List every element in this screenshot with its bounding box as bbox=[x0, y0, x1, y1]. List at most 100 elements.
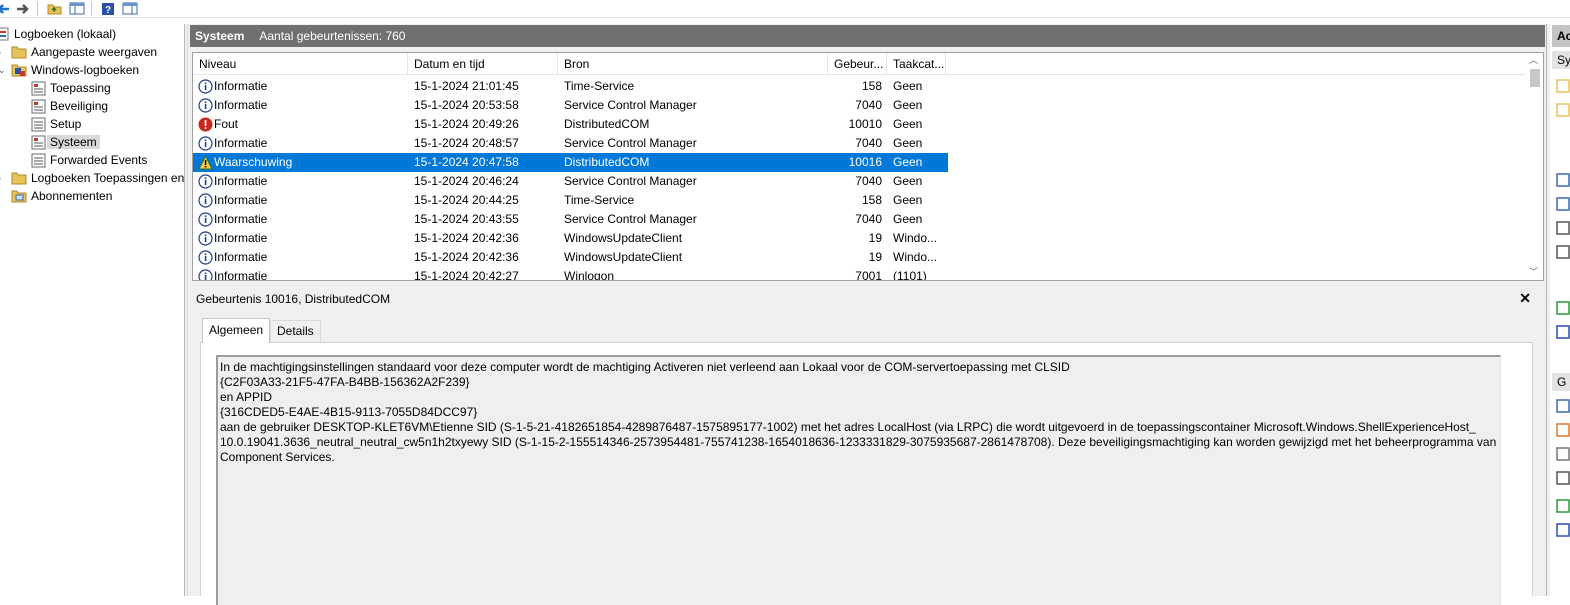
cell-source: Service Control Manager bbox=[564, 174, 697, 188]
chevron-right-icon[interactable]: › bbox=[0, 47, 1, 57]
scroll-up-icon[interactable]: ︿ bbox=[1529, 53, 1538, 66]
table-row[interactable]: Informatie 15-1-2024 20:44:25 Time-Service… bbox=[193, 191, 948, 210]
save-icon[interactable] bbox=[1556, 245, 1570, 259]
tree-item-forwarded-events[interactable]: Forwarded Events bbox=[31, 151, 147, 169]
cell-task-category: Geen bbox=[893, 174, 923, 188]
tree-item-beveiliging[interactable]: Beveiliging bbox=[31, 97, 108, 115]
table-row[interactable]: Informatie 15-1-2024 20:43:55 Service Cont… bbox=[193, 210, 948, 229]
cell-source: Service Control Manager bbox=[564, 98, 697, 112]
cell-level: Informatie bbox=[214, 174, 268, 188]
refresh-icon[interactable] bbox=[1556, 301, 1570, 315]
chevron-right-icon[interactable]: › bbox=[0, 173, 1, 183]
cell-datetime: 15-1-2024 20:43:55 bbox=[414, 212, 519, 226]
show-hide-tree-icon[interactable] bbox=[68, 0, 86, 17]
tree-item-custom-views[interactable]: › Aangepaste weergaven bbox=[0, 43, 157, 61]
action-pane: Ac Sy G bbox=[1550, 24, 1570, 596]
tree-item-label: Setup bbox=[50, 117, 82, 131]
cell-event-id: 7040 bbox=[855, 174, 882, 188]
table-row[interactable]: Informatie 15-1-2024 20:42:36 WindowsUpdat… bbox=[193, 229, 948, 248]
table-row[interactable]: Waarschuwing 15-1-2024 20:47:58 Distribute… bbox=[193, 153, 948, 172]
action-section-gebeurtenis[interactable]: G bbox=[1552, 373, 1570, 391]
tab-details[interactable]: Details bbox=[270, 320, 321, 342]
column-header-bron[interactable]: Bron bbox=[558, 53, 828, 75]
event-properties-icon[interactable] bbox=[1556, 399, 1570, 413]
column-header-datum[interactable]: Datum en tijd bbox=[408, 53, 558, 75]
folder-icon bbox=[11, 46, 27, 59]
table-row[interactable]: Fout 15-1-2024 20:49:26 DistributedCOM 1001… bbox=[193, 115, 948, 134]
cell-datetime: 15-1-2024 20:44:25 bbox=[414, 193, 519, 207]
log-icon bbox=[31, 153, 46, 167]
windows-logs-icon bbox=[11, 64, 27, 77]
info-icon bbox=[198, 193, 213, 208]
info-icon bbox=[198, 79, 213, 94]
back-icon[interactable] bbox=[0, 0, 12, 17]
funnel-icon[interactable] bbox=[1556, 173, 1570, 187]
cell-event-id: 7040 bbox=[855, 136, 882, 150]
vertical-scrollbar[interactable]: ︿ ﹀ bbox=[1526, 53, 1543, 280]
filter-icon[interactable] bbox=[1556, 103, 1570, 117]
table-row[interactable]: Informatie 15-1-2024 20:53:58 Service Cont… bbox=[193, 96, 948, 115]
message-line: {C2F03A33-21F5-47FA-B4BB-156362A2F239} bbox=[220, 375, 470, 389]
cell-source: DistributedCOM bbox=[564, 117, 650, 131]
message-line: 10.0.19041.3636_neutral_neutral_cw5n1h2t… bbox=[220, 435, 1497, 449]
info-icon bbox=[198, 98, 213, 113]
cell-event-id: 19 bbox=[868, 231, 882, 245]
event-detail-title-text: Gebeurtenis 10016, DistributedCOM bbox=[196, 292, 391, 306]
cell-event-id: 7040 bbox=[855, 212, 882, 226]
table-row[interactable]: Informatie 15-1-2024 20:46:24 Service Cont… bbox=[193, 172, 948, 191]
show-hide-action-pane-icon[interactable] bbox=[121, 0, 139, 17]
log-icon bbox=[31, 135, 46, 149]
tree-item-toepassing[interactable]: Toepassing bbox=[31, 79, 111, 97]
column-header-niveau[interactable]: Niveau bbox=[193, 53, 408, 75]
info-icon bbox=[198, 136, 213, 151]
log-header: Systeem Aantal gebeurtenissen: 760 bbox=[190, 25, 1545, 47]
cell-level: Informatie bbox=[214, 269, 268, 281]
tree-item-subscriptions[interactable]: Abonnementen bbox=[0, 187, 112, 205]
tree-item-label: Forwarded Events bbox=[50, 153, 148, 167]
cell-level: Informatie bbox=[214, 250, 268, 264]
cell-source: Service Control Manager bbox=[564, 212, 697, 226]
close-icon[interactable]: ✕ bbox=[1519, 290, 1531, 307]
open-icon[interactable] bbox=[1556, 79, 1570, 93]
cell-datetime: 15-1-2024 20:49:26 bbox=[414, 117, 519, 131]
tree-item-label: Logboeken Toepassingen en bbox=[31, 171, 185, 185]
info-icon bbox=[198, 269, 213, 280]
tree-item-application-logs[interactable]: › Logboeken Toepassingen en bbox=[0, 169, 184, 187]
svg-text:?: ? bbox=[105, 5, 111, 16]
help-icon[interactable]: ? bbox=[99, 0, 117, 17]
chevron-down-icon[interactable]: ⌄ bbox=[0, 65, 6, 76]
scrollbar-thumb[interactable] bbox=[1530, 69, 1540, 87]
cell-source: DistributedCOM bbox=[564, 155, 650, 169]
column-header-taakcategorie[interactable]: Taakcat... bbox=[887, 53, 946, 75]
message-line: Component Services. bbox=[220, 450, 335, 464]
help-icon[interactable] bbox=[1556, 325, 1570, 339]
event-message[interactable]: In de machtigingsinstellingen standaard … bbox=[216, 355, 1501, 605]
cell-level: Fout bbox=[214, 117, 239, 131]
main-pane: Systeem Aantal gebeurtenissen: 760 Nivea… bbox=[188, 24, 1546, 605]
table-row[interactable]: Informatie 15-1-2024 20:42:36 WindowsUpdat… bbox=[193, 248, 948, 267]
cell-source: WindowsUpdateClient bbox=[564, 231, 683, 245]
tree-item-setup[interactable]: Setup bbox=[31, 115, 81, 133]
tab-algemeen[interactable]: Algemeen bbox=[202, 318, 271, 343]
table-row[interactable]: Informatie 15-1-2024 20:42:27 Winlogon 7001… bbox=[193, 267, 948, 281]
forward-icon[interactable] bbox=[14, 0, 32, 17]
table-row[interactable]: Informatie 15-1-2024 21:01:45 Time-Service… bbox=[193, 77, 948, 96]
info-icon bbox=[198, 212, 213, 227]
find-icon[interactable] bbox=[1556, 221, 1570, 235]
tree-item-root[interactable]: Logboeken (lokaal) bbox=[0, 25, 116, 43]
action-section-systeem[interactable]: Sy bbox=[1552, 51, 1570, 69]
scroll-down-icon[interactable]: ﹀ bbox=[1529, 265, 1538, 278]
refresh-icon[interactable] bbox=[1556, 499, 1570, 513]
copy-icon[interactable] bbox=[1556, 447, 1570, 461]
cell-level: Waarschuwing bbox=[214, 155, 293, 169]
column-header-gebeurtenis-id[interactable]: Gebeur... bbox=[828, 53, 887, 75]
table-row[interactable]: Informatie 15-1-2024 20:48:57 Service Cont… bbox=[193, 134, 948, 153]
tree-item-windows-logs[interactable]: ⌄ Windows-logboeken bbox=[0, 61, 139, 79]
cell-datetime: 15-1-2024 20:42:27 bbox=[414, 269, 519, 281]
tree-item-systeem[interactable]: Systeem bbox=[31, 133, 100, 151]
save-event-icon[interactable] bbox=[1556, 471, 1570, 485]
help-icon[interactable] bbox=[1556, 523, 1570, 537]
folder-up-icon[interactable] bbox=[45, 0, 63, 17]
properties-icon[interactable] bbox=[1556, 197, 1570, 211]
task-icon[interactable] bbox=[1556, 423, 1570, 437]
